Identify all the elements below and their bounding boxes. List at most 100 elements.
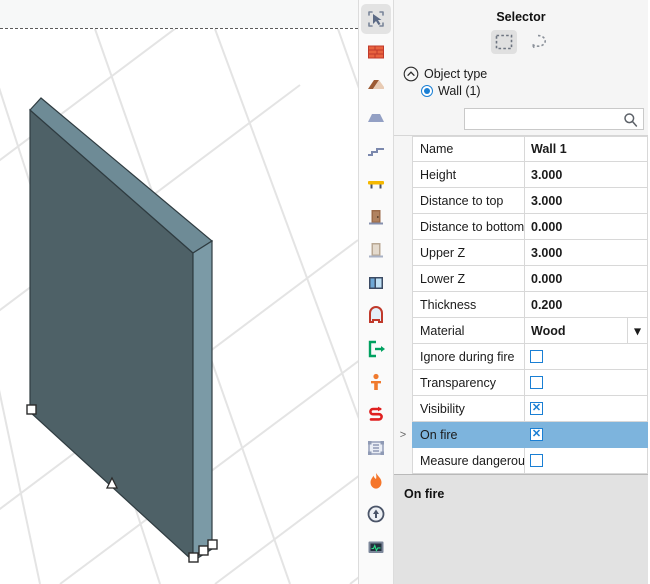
search-input[interactable] <box>465 109 643 129</box>
object-type-header[interactable]: Object type <box>394 66 648 83</box>
property-value-text: Wood <box>531 323 566 338</box>
tool-route[interactable] <box>361 400 391 430</box>
object-type-option-wall[interactable]: Wall (1) <box>394 83 648 108</box>
tool-fire[interactable] <box>361 466 391 496</box>
table-furniture-icon <box>368 181 384 189</box>
monitor-sensor-icon <box>368 541 384 553</box>
property-row[interactable]: Name Wall 1 <box>394 136 648 162</box>
lasso-select-button[interactable] <box>525 30 551 54</box>
viewport-scene <box>0 29 358 584</box>
property-name: Lower Z <box>412 266 524 292</box>
property-name: Distance to top <box>412 188 524 214</box>
application-window: Selector Object type Wall (1) Name Wall … <box>0 0 650 584</box>
property-row[interactable]: Distance to top 3.000 <box>394 188 648 214</box>
property-value[interactable]: Wood ▾ <box>524 318 648 344</box>
property-row[interactable]: Distance to bottom 0.000 <box>394 214 648 240</box>
property-value[interactable] <box>524 344 648 370</box>
property-value-text: 0.000 <box>531 271 563 286</box>
row-gutter <box>394 396 412 422</box>
property-name: Thickness <box>412 292 524 318</box>
property-value[interactable]: ✕ <box>524 422 648 448</box>
tool-sensor[interactable] <box>361 532 391 562</box>
tool-ceiling[interactable] <box>361 103 391 133</box>
chevron-down-icon[interactable]: ▾ <box>627 318 647 343</box>
ceiling-slab-icon <box>368 114 384 122</box>
property-value[interactable]: 3.000 <box>524 240 648 266</box>
object-type-label: Object type <box>424 67 488 81</box>
tool-wall[interactable] <box>361 37 391 67</box>
property-value[interactable]: 0.200 <box>524 292 648 318</box>
chevron-up-circle-icon[interactable] <box>403 66 419 82</box>
checkbox-checked[interactable]: ✕ <box>530 402 543 415</box>
property-table: Name Wall 1 Height 3.000 Distance to top 3.00… <box>394 135 648 474</box>
tool-furniture[interactable] <box>361 169 391 199</box>
property-value[interactable]: 3.000 <box>524 162 648 188</box>
property-row[interactable]: Height 3.000 <box>394 162 648 188</box>
flame-icon <box>370 473 382 489</box>
rectangle-select-button[interactable] <box>491 30 517 54</box>
property-name: Upper Z <box>412 240 524 266</box>
tool-disabled[interactable] <box>361 433 391 463</box>
row-expander-icon[interactable]: > <box>394 422 412 448</box>
3d-viewport[interactable] <box>0 0 358 584</box>
property-value[interactable]: ✕ <box>524 396 648 422</box>
disabled-frame-icon <box>368 441 384 455</box>
property-row[interactable]: Visibility ✕ <box>394 396 648 422</box>
property-value-text: Wall 1 <box>531 142 567 156</box>
property-name: Distance to bottom <box>412 214 524 240</box>
checkbox-unchecked[interactable] <box>530 350 543 363</box>
property-row[interactable]: Ignore during fire <box>394 344 648 370</box>
detector-icon <box>367 505 385 523</box>
property-value[interactable]: 0.000 <box>524 214 648 240</box>
tool-stairs[interactable] <box>361 136 391 166</box>
property-row[interactable]: Upper Z 3.000 <box>394 240 648 266</box>
checkbox-checked[interactable]: ✕ <box>530 428 543 441</box>
property-name: Height <box>412 162 524 188</box>
property-value[interactable]: Wall 1 <box>524 136 648 162</box>
description-title: On fire <box>404 487 445 501</box>
property-name: Measure dangerous <box>412 448 524 474</box>
row-gutter <box>394 370 412 396</box>
row-gutter <box>394 448 412 474</box>
property-row[interactable]: Transparency <box>394 370 648 396</box>
wall-object[interactable] <box>29 97 214 563</box>
property-row[interactable]: Thickness 0.200 <box>394 292 648 318</box>
row-gutter <box>394 162 412 188</box>
person-icon <box>371 373 381 390</box>
path-route-icon <box>369 406 383 421</box>
property-row[interactable]: Material Wood ▾ <box>394 318 648 344</box>
tool-interior-door[interactable] <box>361 235 391 265</box>
checkbox-unchecked[interactable] <box>530 376 543 389</box>
property-name: Name <box>412 136 524 162</box>
lasso-select-icon <box>531 34 547 49</box>
checkbox-unchecked[interactable] <box>530 454 543 467</box>
tool-window[interactable] <box>361 268 391 298</box>
property-row[interactable]: Lower Z 0.000 <box>394 266 648 292</box>
property-name: On fire <box>412 422 524 448</box>
tool-door[interactable] <box>361 202 391 232</box>
property-value[interactable] <box>524 370 648 396</box>
property-value[interactable] <box>524 448 648 474</box>
viewport-clip-line <box>0 28 358 29</box>
property-name: Ignore during fire <box>412 344 524 370</box>
tool-opening[interactable] <box>361 301 391 331</box>
opening-icon <box>369 306 383 323</box>
property-row[interactable]: Measure dangerous <box>394 448 648 474</box>
door-brown-icon <box>369 210 383 225</box>
property-row[interactable]: > On fire ✕ <box>394 422 648 448</box>
tool-occupant[interactable] <box>361 367 391 397</box>
panel-title: Selector <box>496 10 546 24</box>
tool-roof[interactable] <box>361 70 391 100</box>
radio-button-wall[interactable] <box>421 85 433 97</box>
search-box[interactable] <box>464 108 644 130</box>
search-row <box>394 108 648 135</box>
tool-selector[interactable] <box>361 4 391 34</box>
tool-exit[interactable] <box>361 334 391 364</box>
property-value[interactable]: 0.000 <box>524 266 648 292</box>
row-gutter <box>394 292 412 318</box>
property-value[interactable]: 3.000 <box>524 188 648 214</box>
selector-arrow-icon <box>368 11 384 27</box>
stairs-icon <box>368 148 384 156</box>
tool-detector[interactable] <box>361 499 391 529</box>
wall-brick-icon <box>368 45 384 59</box>
